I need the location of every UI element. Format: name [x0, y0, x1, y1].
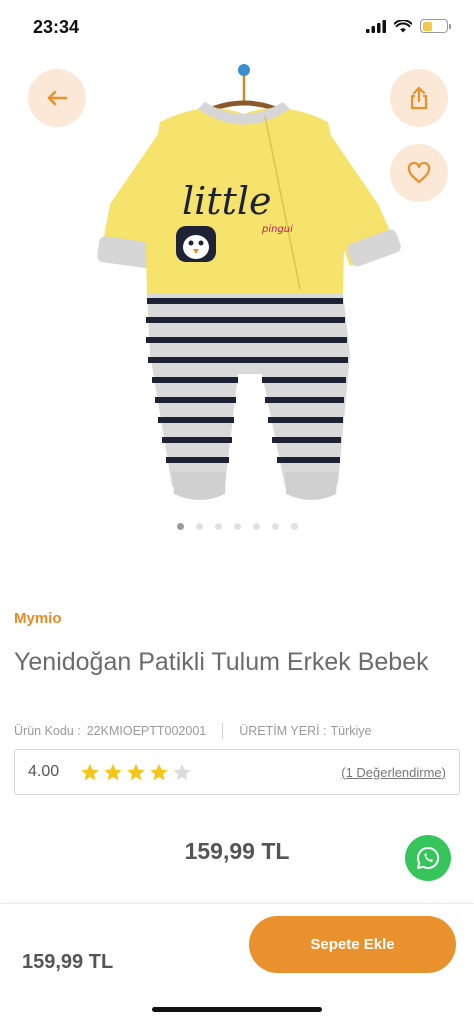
gallery-pagination[interactable] [0, 523, 474, 530]
bottom-bar: 159,99 TL Sepete Ekle [0, 903, 474, 1024]
back-button[interactable] [28, 69, 86, 127]
origin-value: Türkiye [330, 724, 372, 738]
share-icon [410, 86, 428, 110]
star-icon [173, 763, 191, 780]
star-icon [150, 763, 168, 780]
whatsapp-button[interactable] [405, 835, 451, 881]
gallery-dot[interactable] [271, 523, 279, 530]
star-icon [104, 763, 122, 780]
signal-icon [366, 19, 386, 33]
battery-level [422, 21, 433, 31]
garment-print-word: little [182, 179, 272, 223]
brand-name[interactable]: Mymio [14, 610, 62, 627]
rating-value: 4.00 [28, 763, 60, 780]
home-indicator[interactable] [152, 1007, 322, 1012]
battery-icon [420, 19, 451, 33]
product-code-label: Ürün Kodu : [14, 724, 81, 738]
status-bar: 23:34 [0, 0, 474, 54]
bottom-price: 159,99 TL [22, 951, 114, 973]
rating-summary: 4.00 (1 Değerlendirme) [14, 749, 460, 795]
product-title: Yenidoğan Patikli Tulum Erkek Bebek [14, 648, 429, 676]
status-icons [366, 19, 451, 33]
product-gallery[interactable]: little pingui [0, 54, 474, 544]
meta-divider [222, 723, 224, 739]
wifi-icon [394, 19, 412, 32]
gallery-dot[interactable] [252, 523, 260, 530]
share-button[interactable] [390, 69, 448, 127]
gallery-dot[interactable] [233, 523, 241, 530]
gallery-dot[interactable] [290, 523, 298, 530]
favorite-button[interactable] [390, 144, 448, 202]
status-time: 23:34 [33, 17, 80, 37]
arrow-left-icon [47, 90, 68, 106]
gallery-dot[interactable] [195, 523, 203, 530]
star-icon [81, 763, 99, 780]
garment-print-sub: pingui [261, 224, 293, 235]
product-price: 159,99 TL [184, 838, 290, 864]
gallery-dot[interactable] [214, 523, 222, 530]
product-meta: Ürün Kodu : 22KMIOEPTT002001 ÜRETİM YERİ… [14, 723, 372, 739]
heart-icon [407, 162, 431, 184]
origin-label: ÜRETİM YERİ : [239, 724, 327, 738]
gallery-dot[interactable] [176, 523, 184, 530]
whatsapp-icon [416, 846, 440, 869]
add-to-cart-button[interactable]: Sepete Ekle [249, 916, 456, 973]
star-icon [127, 763, 145, 780]
rating-stars [80, 763, 192, 782]
product-code-value: 22KMIOEPTT002001 [86, 724, 207, 738]
reviews-link[interactable]: (1 Değerlendirme) [341, 765, 446, 780]
